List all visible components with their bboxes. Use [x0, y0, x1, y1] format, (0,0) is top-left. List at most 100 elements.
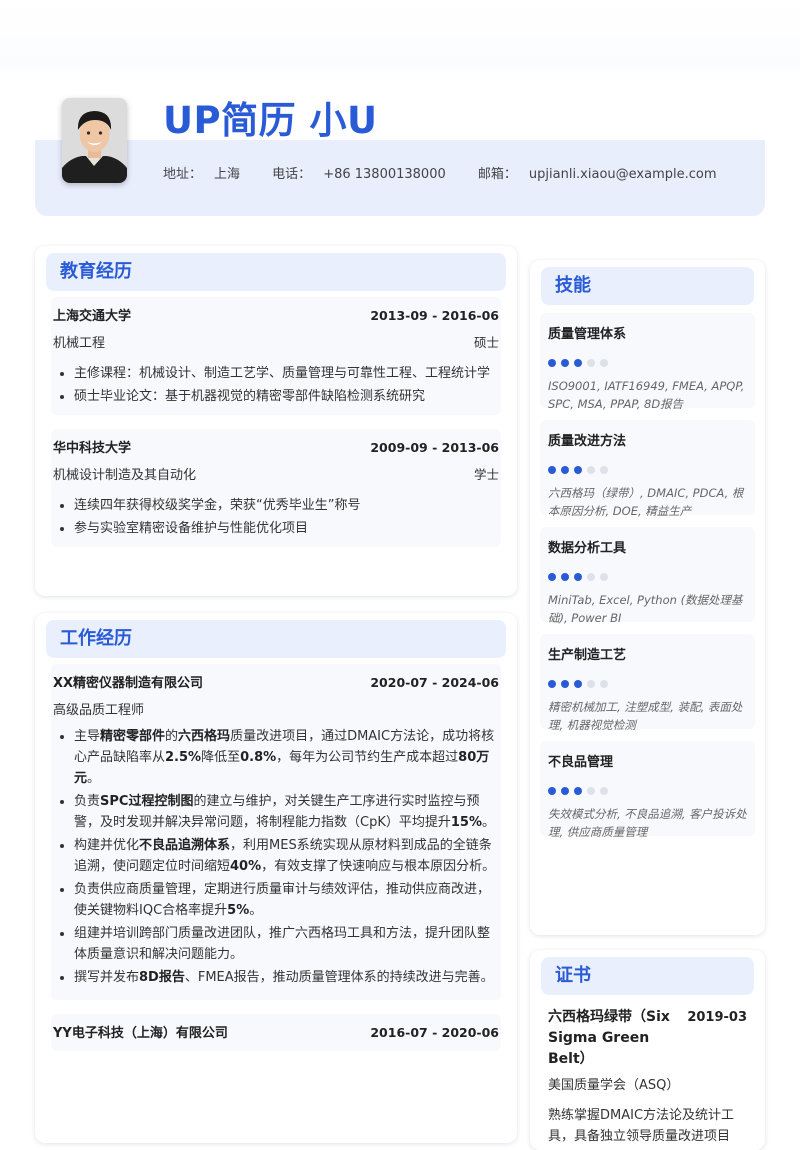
skill-item: 质量管理体系 ISO9001, IATF16949, FMEA, APQP, SP… [540, 313, 755, 411]
level-dot-filled [561, 359, 569, 367]
list-item: 组建并培训跨部门质量改进团队，推广六西格玛工具和方法，提升团队整体质量意识和解决… [74, 923, 499, 965]
list-item: 连续四年获得校级奖学金，荣获“优秀毕业生”称号 [74, 495, 499, 516]
level-dot-filled [561, 573, 569, 581]
phone-value[interactable]: +86 13800138000 [323, 167, 446, 182]
candidate-name: UP简历 小U [163, 99, 378, 142]
education-heading: 教育经历 [46, 253, 506, 291]
skill-description: 失效模式分析, 不良品追溯, 客户投诉处理, 供应商质量管理 [548, 807, 747, 839]
company-name: XX精密仪器制造有限公司 [53, 676, 204, 691]
skill-description: 精密机械加工, 注塑成型, 装配, 表面处理, 机器视觉检测 [548, 700, 743, 732]
highlight-text: SPC过程控制图 [100, 794, 194, 809]
level-dot-empty [600, 573, 608, 581]
certificates-heading: 证书 [541, 957, 754, 995]
work-heading: 工作经历 [46, 620, 506, 658]
major: 机械工程 [53, 336, 106, 351]
highlight-text: 0.8% [240, 750, 277, 765]
education-bullets: 连续四年获得校级奖学金，荣获“优秀毕业生”称号 参与实验室精密设备维护与性能优化… [53, 495, 499, 539]
level-dot-empty [587, 359, 595, 367]
bullet-text: ，有效支撑了快速响应与根本原因分析。 [261, 859, 496, 874]
skill-item: 数据分析工具 MiniTab, Excel, Python (数据处理基础), P… [540, 527, 755, 625]
list-item: 负责SPC过程控制图的建立与维护，对关键生产工序进行实时监控与预警，及时发现并解… [74, 791, 499, 833]
skill-description: ISO9001, IATF16949, FMEA, APQP, SPC, MSA… [548, 379, 745, 411]
highlight-text: 15% [450, 815, 482, 830]
highlight-text: 不良品追溯体系 [139, 838, 231, 853]
certificate-entry: 六西格玛绿带（Six Sigma Green Belt） 2019-03 美国质… [540, 1001, 755, 1150]
bullet-text: 。 [481, 815, 495, 830]
bullet-text: 降低至 [201, 750, 241, 765]
level-dot-empty [600, 787, 608, 795]
bullet-text: 负责供应商质量管理，定期进行质量审计与绩效评估，推动供应商改进，使关键物料IQC… [74, 882, 491, 918]
list-item: 撰写并发布8D报告、FMEA报告，推动质量管理体系的持续改进与完善。 [74, 967, 499, 988]
highlight-text: 40% [230, 859, 262, 874]
bullet-text: ，每年为公司节约生产成本超过 [276, 750, 459, 765]
certificate-desc: 熟练掌握DMAIC方法论及统计工具，具备独立领导质量改进项目 [548, 1108, 735, 1144]
level-dot-filled [548, 787, 556, 795]
certificates-card: 证书 六西格玛绿带（Six Sigma Green Belt） 2019-03 … [530, 950, 765, 1150]
level-dot-filled [548, 573, 556, 581]
education-date: 2013-09 - 2016-06 [370, 308, 499, 323]
level-dot-empty [600, 680, 608, 688]
skill-level-dots [548, 359, 747, 367]
highlight-text: 2.5% [165, 750, 202, 765]
work-date: 2016-07 - 2020-06 [370, 1025, 499, 1040]
bullet-text: 组建并培训跨部门质量改进团队，推广六西格玛工具和方法，提升团队整体质量意识和解决… [74, 926, 491, 962]
skill-name: 生产制造工艺 [548, 648, 627, 663]
contact-line: 地址： 上海 电话： +86 13800138000 邮箱： upjianli.xia… [163, 163, 745, 182]
avatar-photo [62, 98, 127, 183]
phone-label: 电话： [272, 167, 312, 182]
level-dot-empty [600, 466, 608, 474]
skill-name: 质量改进方法 [548, 434, 627, 449]
work-bullets: 主导精密零部件的六西格玛质量改进项目，通过DMAIC方法论，成功将核心产品缺陷率… [53, 726, 499, 988]
bullet-text: 主导 [74, 729, 101, 744]
company-name: YY电子科技（上海）有限公司 [53, 1026, 228, 1041]
level-dot-empty [600, 359, 608, 367]
list-item: 参与实验室精密设备维护与性能优化项目 [74, 518, 499, 539]
education-entry: 华中科技大学 2009-09 - 2013-06 机械设计制造及其自动化 学士 … [51, 429, 501, 547]
email-label: 邮箱： [477, 167, 517, 182]
avatar [62, 98, 127, 183]
education-entry: 上海交通大学 2013-09 - 2016-06 机械工程 硕士 主修课程：机械… [51, 297, 501, 415]
certificate-name: 六西格玛绿带（Six Sigma Green Belt） [548, 1009, 670, 1067]
level-dot-filled [574, 573, 582, 581]
bullet-text: 、FMEA报告，推动质量管理体系的持续改进与完善。 [184, 970, 494, 985]
skill-item: 不良品管理 失效模式分析, 不良品追溯, 客户投诉处理, 供应商质量管理 [540, 741, 755, 839]
list-item: 硕士毕业论文：基于机器视觉的精密零部件缺陷检测系统研究 [74, 386, 499, 407]
skill-description: MiniTab, Excel, Python (数据处理基础), Power B… [548, 593, 743, 625]
education-date: 2009-09 - 2013-06 [370, 440, 499, 455]
bullet-text: 撰写并发布 [74, 970, 140, 985]
skills-heading: 技能 [541, 267, 754, 305]
level-dot-empty [587, 787, 595, 795]
list-item: 主导精密零部件的六西格玛质量改进项目，通过DMAIC方法论，成功将核心产品缺陷率… [74, 726, 499, 789]
level-dot-filled [561, 466, 569, 474]
skill-level-dots [548, 573, 747, 581]
list-item: 负责供应商质量管理，定期进行质量审计与绩效评估，推动供应商改进，使关键物料IQC… [74, 879, 499, 921]
skill-item: 质量改进方法 六西格玛（绿带）, DMAIC, PDCA, 根本原因分析, DOE… [540, 420, 755, 518]
level-dot-filled [548, 680, 556, 688]
major: 机械设计制造及其自动化 [53, 468, 197, 483]
education-bullets: 主修课程：机械设计、制造工艺学、质量管理与可靠性工程、工程统计学 硕士毕业论文：… [53, 363, 499, 407]
degree: 硕士 [473, 335, 499, 350]
email-value[interactable]: upjianli.xiaou@example.com [529, 167, 717, 182]
skills-card: 技能 质量管理体系 ISO9001, IATF16949, FMEA, APQP,… [530, 260, 765, 935]
level-dot-empty [587, 466, 595, 474]
skills-list: 质量管理体系 ISO9001, IATF16949, FMEA, APQP, SP… [530, 313, 765, 839]
level-dot-empty [587, 573, 595, 581]
certificate-issuer: 美国质量学会（ASQ） [548, 1078, 680, 1093]
highlight-text: 六西格玛 [178, 729, 231, 744]
job-title: 高级品质工程师 [53, 703, 145, 718]
level-dot-filled [574, 680, 582, 688]
address-label: 地址： [163, 167, 203, 182]
level-dot-empty [587, 680, 595, 688]
degree: 学士 [473, 467, 499, 482]
address-value: 上海 [214, 167, 241, 182]
work-card: 工作经历 XX精密仪器制造有限公司 2020-07 - 2024-06 高级品质… [35, 613, 517, 1143]
highlight-text: 8D报告 [139, 970, 185, 985]
list-item: 主修课程：机械设计、制造工艺学、质量管理与可靠性工程、工程统计学 [74, 363, 499, 384]
school-name: 华中科技大学 [53, 441, 132, 456]
level-dot-filled [548, 466, 556, 474]
bullet-text: 的 [165, 729, 179, 744]
list-item: 构建并优化不良品追溯体系，利用MES系统实现从原材料到成品的全链条追溯，使问题定… [74, 835, 499, 877]
school-name: 上海交通大学 [53, 309, 132, 324]
bullet-text: 。 [87, 771, 101, 786]
level-dot-filled [561, 680, 569, 688]
